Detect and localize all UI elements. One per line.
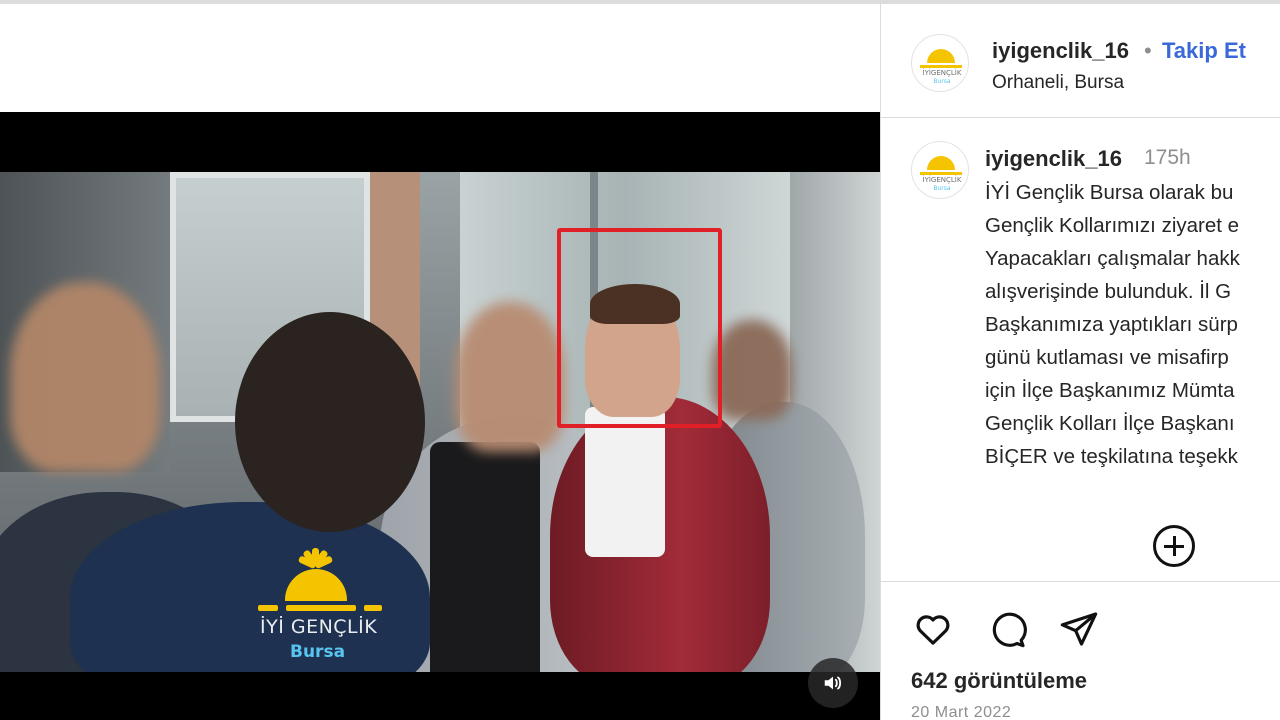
- caption-username-link[interactable]: iyigenclik_16: [985, 146, 1122, 172]
- like-button[interactable]: [911, 607, 955, 651]
- actions-divider: [881, 581, 1280, 582]
- send-icon: [1060, 612, 1098, 646]
- caption-text: İYİ Gençlik Bursa olarak bu Gençlik Koll…: [985, 176, 1280, 473]
- caption-avatar-brand-text: İYİGENÇLİK: [922, 176, 962, 184]
- caption-timestamp[interactable]: 175h: [1144, 146, 1191, 170]
- watermark-title: İYİ GENÇLİK: [260, 616, 378, 638]
- caption-line: Yapacakları çalışmalar hakk: [985, 247, 1240, 270]
- post-header: İYİGENÇLİK Bursa iyigenclik_16 • Takip E…: [881, 0, 1280, 118]
- caption-line: İYİ Gençlik Bursa olarak bu: [985, 181, 1234, 204]
- username-link[interactable]: iyigenclik_16: [992, 38, 1129, 64]
- video-watermark-logo: İYİ GENÇLİK Bursa: [252, 544, 392, 664]
- post-date[interactable]: 20 Mart 2022: [911, 704, 1011, 720]
- heart-icon: [916, 615, 950, 645]
- separator-dot: •: [1144, 38, 1152, 63]
- caption-line: Gençlik Kollarımızı ziyaret e: [985, 214, 1240, 237]
- caption-avatar-brand-sub: Bursa: [933, 185, 951, 192]
- volume-button[interactable]: [808, 658, 858, 708]
- media-area: İYİ GENÇLİK Bursa: [0, 0, 880, 720]
- volume-icon: [824, 676, 842, 690]
- location-link[interactable]: Orhaneli, Bursa: [992, 72, 1124, 94]
- caption-line: Başkanımıza yaptıkları sürp: [985, 313, 1238, 336]
- caption-line: için İlçe Başkanımız Mümta: [985, 379, 1235, 402]
- avatar[interactable]: İYİGENÇLİK Bursa: [911, 34, 969, 92]
- highlight-box: [557, 228, 722, 428]
- follow-button[interactable]: Takip Et: [1162, 38, 1246, 64]
- video-frame: [0, 172, 880, 672]
- avatar-brand-text: İYİGENÇLİK: [922, 69, 962, 77]
- caption-line: Gençlik Kolları İlçe Başkanı: [985, 412, 1235, 435]
- view-count[interactable]: 642 görüntüleme: [911, 668, 1087, 694]
- post-side-panel: İYİGENÇLİK Bursa iyigenclik_16 • Takip E…: [881, 0, 1280, 720]
- comment-icon: [992, 612, 1027, 648]
- caption-line: günü kutlaması ve misafirp: [985, 346, 1229, 369]
- plus-circle-icon[interactable]: [1153, 525, 1195, 567]
- share-button[interactable]: [1057, 607, 1101, 651]
- caption-line: alışverişinde bulunduk. İl G: [985, 280, 1232, 303]
- caption-line: BİÇER ve teşkilatına teşekk: [985, 445, 1238, 468]
- watermark-subtitle: Bursa: [290, 642, 346, 662]
- caption-avatar[interactable]: İYİGENÇLİK Bursa: [911, 141, 969, 199]
- avatar-brand-sub: Bursa: [933, 78, 951, 85]
- video-player[interactable]: İYİ GENÇLİK Bursa: [0, 112, 880, 720]
- comment-button[interactable]: [985, 607, 1029, 651]
